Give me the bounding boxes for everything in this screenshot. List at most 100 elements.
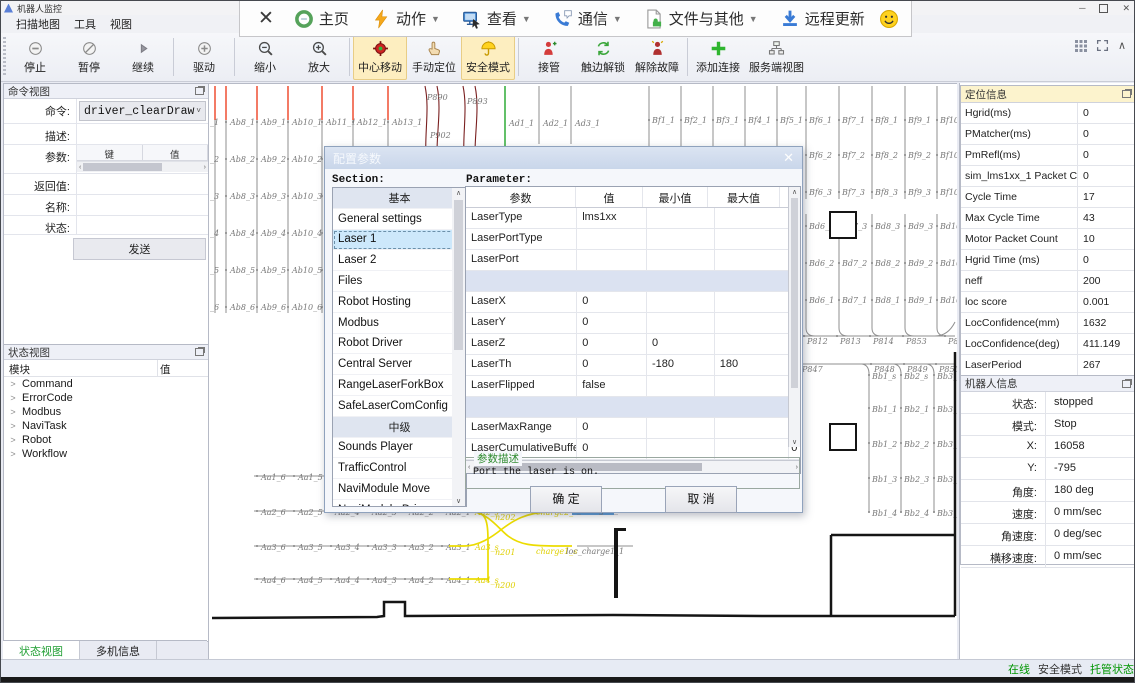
edge-unlock-button[interactable]: 触边解锁 (576, 34, 630, 80)
expander-icon[interactable]: > (4, 449, 22, 459)
section-item[interactable]: TrafficControl (333, 458, 466, 479)
param-row[interactable]: LaserPort (466, 250, 800, 271)
menu-item-1[interactable]: 工具 (67, 16, 103, 32)
section-item[interactable]: Laser 2 (333, 250, 466, 271)
section-item[interactable]: SafeLaserComConfig (333, 396, 466, 417)
float-panel-icon[interactable] (195, 348, 204, 356)
section-item[interactable]: NaviModule Move (333, 479, 466, 500)
stop-button[interactable]: 停止 (8, 34, 62, 80)
server-view-button[interactable]: 服务端视图 (745, 34, 808, 80)
quickbar-action[interactable]: 动作▼ (363, 8, 448, 29)
grid-icon[interactable] (1075, 40, 1087, 52)
tab-多机信息[interactable]: 多机信息 (80, 641, 157, 660)
tree-item-workflow[interactable]: >Workflow (4, 447, 208, 461)
section-item[interactable]: General settings (333, 209, 466, 230)
expander-icon[interactable]: > (4, 435, 22, 445)
quickbar-home[interactable]: 主页 (286, 8, 357, 29)
cancel-button[interactable]: 取 消 (665, 486, 737, 513)
param-separator-row[interactable] (466, 397, 800, 418)
quickbar-remote-update[interactable]: 远程更新 (772, 8, 873, 29)
maximize-icon[interactable] (1099, 4, 1108, 13)
smiley-icon[interactable] (879, 9, 899, 29)
param-table-vscrollbar[interactable]: ∧ ∨ (788, 187, 800, 447)
quickbar-communication[interactable]: 通信▼ (545, 8, 630, 29)
param-separator-row[interactable] (466, 271, 800, 292)
takeover-button[interactable]: 接管 (522, 34, 576, 80)
scroll-up-icon[interactable]: ∧ (789, 188, 800, 196)
toolbar-grip[interactable] (3, 37, 6, 77)
quickbar-close-icon[interactable]: ✕ (252, 7, 280, 30)
clear-fault-button[interactable]: 解除故障 (630, 34, 684, 80)
ok-button[interactable]: 确 定 (530, 486, 602, 513)
pause-button[interactable]: 暂停 (62, 34, 116, 80)
safe-mode-button[interactable]: 安全模式 (461, 34, 515, 80)
map-label: Bf8_3 (874, 188, 898, 197)
loc-row-label: LocConfidence(deg) (961, 334, 1078, 354)
dialog-titlebar[interactable]: 配置参数 ✕ (325, 147, 802, 169)
scroll-down-icon[interactable]: ∨ (789, 438, 800, 446)
section-item[interactable]: Laser 1 (333, 230, 466, 251)
section-item[interactable]: NaviModule Drive (333, 500, 466, 507)
menu-item-2[interactable]: 视图 (103, 16, 139, 32)
tree-item-robot[interactable]: >Robot (4, 433, 208, 447)
param-row[interactable]: LaserZ000 (466, 334, 800, 355)
expander-icon[interactable]: > (4, 379, 22, 389)
section-item[interactable]: Files (333, 271, 466, 292)
param-row[interactable]: LaserX00 (466, 292, 800, 313)
send-button[interactable]: 发送 (73, 238, 206, 260)
param-row[interactable]: LaserY00 (466, 313, 800, 334)
section-item[interactable]: Robot Hosting (333, 292, 466, 313)
param-col-header: 值 (576, 187, 643, 207)
status-bar: 在线安全模式托管状态 (1, 659, 1135, 678)
param-row[interactable]: LaserPortType (466, 229, 800, 250)
scroll-thumb[interactable] (454, 200, 463, 350)
minimize-icon[interactable]: ─ (1079, 4, 1085, 13)
expander-icon[interactable]: > (4, 407, 22, 417)
param-mini-table[interactable]: 键 值 ‹ › (76, 145, 208, 173)
scroll-thumb[interactable] (83, 163, 162, 171)
expander-icon[interactable]: > (4, 393, 22, 403)
dialog-close-icon[interactable]: ✕ (783, 150, 794, 166)
add-connection-button[interactable]: 添加连接 (691, 34, 745, 80)
tree-item-errorcode[interactable]: >ErrorCode (4, 391, 208, 405)
tree-item-command[interactable]: >Command (4, 377, 208, 391)
section-item[interactable]: RangeLaserForkBox (333, 375, 466, 396)
param-row[interactable]: LaserFlippedfalsefa (466, 376, 800, 397)
param-row[interactable]: LaserMaxRange00 (466, 418, 800, 439)
param-row[interactable]: LaserTypelms1xxIn (466, 208, 800, 229)
scroll-thumb[interactable] (791, 198, 798, 388)
collapse-toolbar-icon[interactable]: ∧ (1118, 39, 1126, 52)
zoom-in-button[interactable]: 放大 (292, 34, 346, 80)
command-select[interactable]: driver_clearDraw ˅ (79, 101, 206, 121)
param-hscrollbar[interactable]: ‹ › (77, 161, 208, 172)
quickbar-files-and-others[interactable]: 文件与其他▼ (636, 8, 766, 29)
param-row[interactable]: LaserTh0-1801800 (466, 355, 800, 376)
float-panel-icon[interactable] (1122, 90, 1131, 98)
tab-状态视图[interactable]: 状态视图 (3, 641, 80, 660)
resume-button[interactable]: 继续 (116, 34, 170, 80)
manual-locate-button[interactable]: 手动定位 (407, 34, 461, 80)
close-icon[interactable]: ✕ (1122, 4, 1130, 13)
scroll-up-icon[interactable]: ∧ (452, 189, 465, 197)
tree-item-modbus[interactable]: >Modbus (4, 405, 208, 419)
section-scrollbar[interactable]: ∧ ∨ (452, 187, 466, 507)
center-move-button[interactable]: 中心移动 (353, 34, 407, 80)
expander-icon[interactable]: > (4, 421, 22, 431)
section-item[interactable]: Modbus (333, 313, 466, 334)
zoom-out-button[interactable]: 缩小 (238, 34, 292, 80)
scroll-down-icon[interactable]: ∨ (452, 497, 465, 505)
section-item[interactable]: Sounds Player (333, 438, 466, 459)
drive-button[interactable]: 驱动 (177, 34, 231, 80)
desc-field[interactable] (76, 124, 208, 144)
float-panel-icon[interactable] (195, 87, 204, 95)
section-item[interactable]: Central Server (333, 354, 466, 375)
bottom-tab-bar: 状态视图多机信息 (3, 640, 207, 660)
home-icon (294, 9, 314, 29)
robot-info-panel: 机器人信息 状态:stopped模式:StopX:16058Y:-795角度:1… (960, 375, 1135, 565)
menu-item-0[interactable]: 扫描地图 (9, 16, 67, 32)
fullscreen-icon[interactable] (1096, 39, 1109, 52)
quickbar-view[interactable]: 查看▼ (454, 8, 539, 29)
tree-item-navitask[interactable]: >NaviTask (4, 419, 208, 433)
float-panel-icon[interactable] (1122, 380, 1131, 388)
section-item[interactable]: Robot Driver (333, 334, 466, 355)
